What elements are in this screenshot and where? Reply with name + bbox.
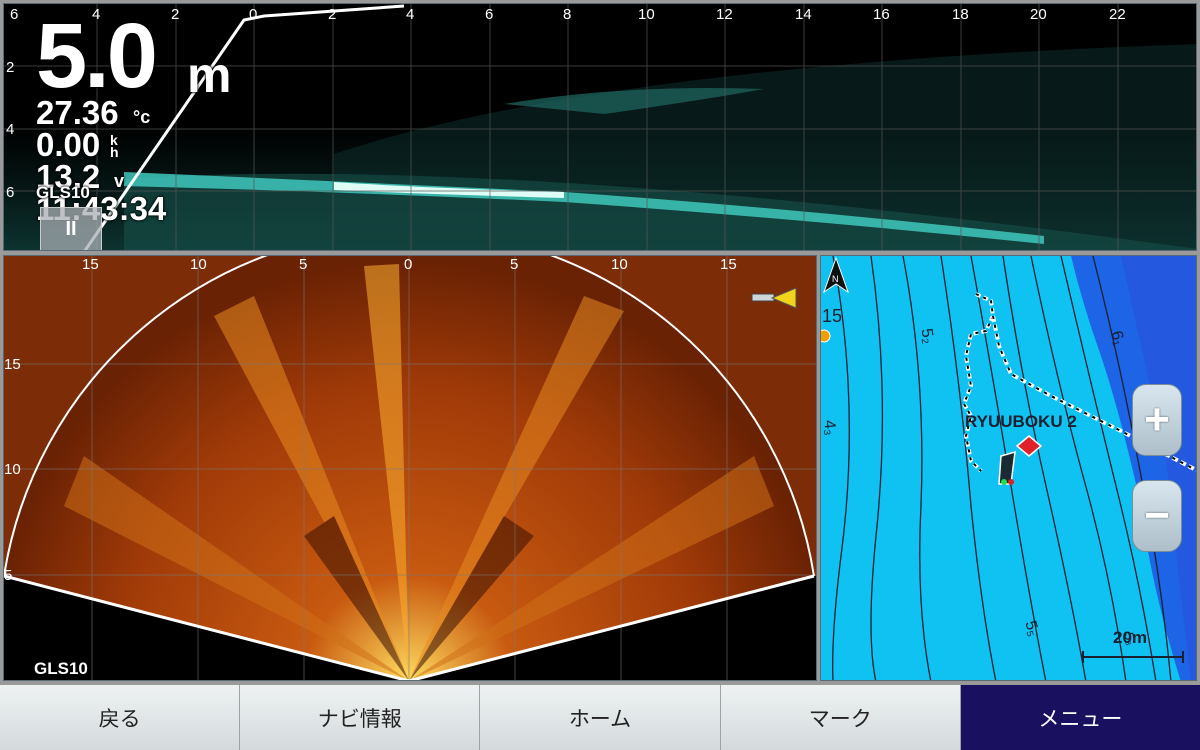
buoy-marker xyxy=(821,329,831,343)
depth-unit: m xyxy=(187,47,232,103)
range-label: 16 xyxy=(873,6,890,23)
contour-label: 5₅ xyxy=(1021,619,1041,638)
range-label: 6 xyxy=(10,6,19,23)
range-label: 5 xyxy=(510,256,519,273)
waypoint-marker-icon[interactable] xyxy=(1015,435,1043,457)
zoom-in-button[interactable]: + xyxy=(1132,384,1182,456)
range-label: 10 xyxy=(611,256,628,273)
sonar-history-pane[interactable]: 6 4 2 0 2 4 6 8 10 12 14 16 18 20 22 2 4… xyxy=(3,3,1197,251)
back-button[interactable]: 戻る xyxy=(0,685,241,750)
range-label: 5 xyxy=(299,256,308,273)
range-label: 10 xyxy=(190,256,207,273)
depth-scale-label: 6 xyxy=(6,184,15,201)
contour-label: 5₂ xyxy=(917,327,936,345)
mark-button[interactable]: マーク xyxy=(720,685,961,750)
depth-scale-label: 15 xyxy=(4,356,21,373)
depth-scale-label: 10 xyxy=(4,461,21,478)
depth-readout: 5.0 xyxy=(36,5,158,107)
transducer-source-label: GLS10 xyxy=(36,183,90,202)
water-temperature: 27.36 xyxy=(36,94,119,131)
chart-map: 15 5₂ 6₁ 4₃ 5₅ 5₈ xyxy=(821,256,1196,680)
north-arrow-icon[interactable]: N xyxy=(821,256,851,296)
home-button[interactable]: ホーム xyxy=(480,685,721,750)
contour-label: 4₃ xyxy=(821,419,839,436)
boat-position-icon xyxy=(998,450,1016,485)
range-label: 10 xyxy=(638,6,655,23)
temperature-unit: °c xyxy=(133,107,151,127)
menu-button[interactable]: メニュー xyxy=(960,685,1200,750)
live-sonar-pane[interactable]: 15 10 5 0 5 10 15 15 10 5 GLS10 xyxy=(3,255,817,681)
chart-map-pane[interactable]: 15 5₂ 6₁ 4₃ 5₅ 5₈ N RYUUBOKU 2 20m + − xyxy=(820,255,1197,681)
depth-scale-label: 4 xyxy=(6,121,15,138)
voltage-unit: v xyxy=(114,171,125,191)
range-label: 20 xyxy=(1030,6,1047,23)
live-sonar-image xyxy=(4,256,816,680)
svg-text:N: N xyxy=(832,274,839,284)
range-label: 8 xyxy=(563,6,572,23)
range-label: 22 xyxy=(1109,6,1126,23)
range-label: 18 xyxy=(952,6,969,23)
depth-scale-label: 5 xyxy=(4,567,13,584)
range-label: 2 xyxy=(171,6,180,23)
pause-button[interactable]: II xyxy=(40,207,102,250)
transducer-source-label: GLS10 xyxy=(34,659,88,678)
zoom-out-button[interactable]: − xyxy=(1132,480,1182,552)
track-trail xyxy=(961,292,996,473)
map-scale-label: 20m xyxy=(1113,628,1148,647)
nav-info-button[interactable]: ナビ情報 xyxy=(240,685,481,750)
soft-key-bar: 戻る ナビ情報 ホーム マーク メニュー xyxy=(0,685,1200,750)
range-label: 15 xyxy=(720,256,737,273)
range-label: 14 xyxy=(795,6,812,23)
range-label: 12 xyxy=(716,6,733,23)
contour-label: 15 xyxy=(822,306,842,326)
range-label: 15 xyxy=(82,256,99,273)
depth-scale-label: 2 xyxy=(6,59,15,76)
waypoint-label: RYUUBOKU 2 xyxy=(965,412,1077,431)
speed-readout: 0.00 xyxy=(36,126,101,163)
range-label: 2 xyxy=(328,6,337,23)
range-label: 6 xyxy=(485,6,494,23)
sonar-history-image xyxy=(4,4,1196,250)
range-label: 0 xyxy=(249,6,258,23)
range-label: 0 xyxy=(404,256,413,273)
chartplotter-screen: 6 4 2 0 2 4 6 8 10 12 14 16 18 20 22 2 4… xyxy=(0,0,1200,750)
range-label: 4 xyxy=(406,6,415,23)
speed-unit: k h xyxy=(110,132,119,160)
